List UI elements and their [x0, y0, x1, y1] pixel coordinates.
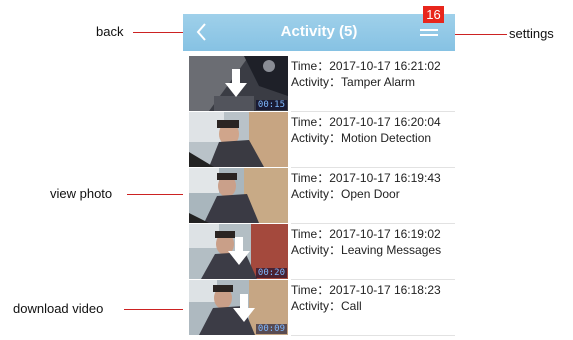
time-label: Time： [291, 283, 330, 297]
time-label: Time： [291, 115, 330, 129]
list-item[interactable]: 00:09 Time：2017-10-17 16:18:23 Activity：… [183, 280, 455, 336]
list-item[interactable]: Time：2017-10-17 16:19:43 Activity：Open D… [183, 168, 455, 224]
page-title: Activity (5) [280, 23, 358, 40]
event-activity: Tamper Alarm [341, 75, 416, 89]
callout-settings: settings [509, 26, 554, 41]
activity-label: Activity： [291, 75, 342, 89]
time-label: Time： [291, 171, 330, 185]
download-arrow-icon[interactable] [228, 237, 250, 265]
video-duration: 00:09 [255, 324, 287, 334]
callout-download-video: download video [13, 301, 104, 316]
photo-thumbnail[interactable] [189, 112, 288, 167]
event-time: 2017-10-17 16:21:02 [329, 59, 441, 73]
event-time: 2017-10-17 16:19:43 [329, 171, 441, 185]
callout-back: back [96, 24, 124, 39]
event-activity: Call [341, 299, 362, 313]
list-item[interactable]: 00:15 Time：2017-10-17 16:21:02 Activity：… [183, 56, 455, 112]
time-label: Time： [291, 59, 330, 73]
leader-line-view-photo [127, 194, 189, 195]
activity-label: Activity： [291, 131, 342, 145]
callout-view-photo: view photo [50, 186, 113, 201]
photo-thumbnail[interactable] [189, 168, 288, 223]
time-label: Time： [291, 227, 330, 241]
chevron-left-icon[interactable] [191, 21, 213, 43]
video-thumbnail[interactable]: 00:09 [189, 280, 288, 335]
list-item[interactable]: Time：2017-10-17 16:20:04 Activity：Motion… [183, 112, 455, 168]
list-item[interactable]: 00:20 Time：2017-10-17 16:19:02 Activity：… [183, 224, 455, 280]
event-time: 2017-10-17 16:18:23 [329, 283, 441, 297]
event-time: 2017-10-17 16:19:02 [329, 227, 441, 241]
event-activity: Motion Detection [341, 131, 432, 145]
download-arrow-icon[interactable] [225, 69, 247, 97]
activity-label: Activity： [291, 299, 342, 313]
video-thumbnail[interactable]: 00:20 [189, 224, 288, 279]
activity-label: Activity： [291, 187, 342, 201]
event-activity: Open Door [341, 187, 400, 201]
event-time: 2017-10-17 16:20:04 [329, 115, 441, 129]
divider [291, 335, 455, 336]
hamburger-menu-icon[interactable] [420, 29, 438, 39]
app-screen: Activity (5) 00:15 Time：2017-10-17 16:21… [183, 14, 455, 340]
step-number-badge: 16 [423, 6, 444, 23]
video-duration: 00:15 [255, 100, 287, 110]
video-duration: 00:20 [255, 268, 287, 278]
video-thumbnail[interactable]: 00:15 [189, 56, 288, 111]
download-arrow-icon[interactable] [233, 294, 255, 322]
app-header: Activity (5) [183, 14, 455, 51]
event-activity: Leaving Messages [341, 243, 442, 257]
activity-label: Activity： [291, 243, 342, 257]
